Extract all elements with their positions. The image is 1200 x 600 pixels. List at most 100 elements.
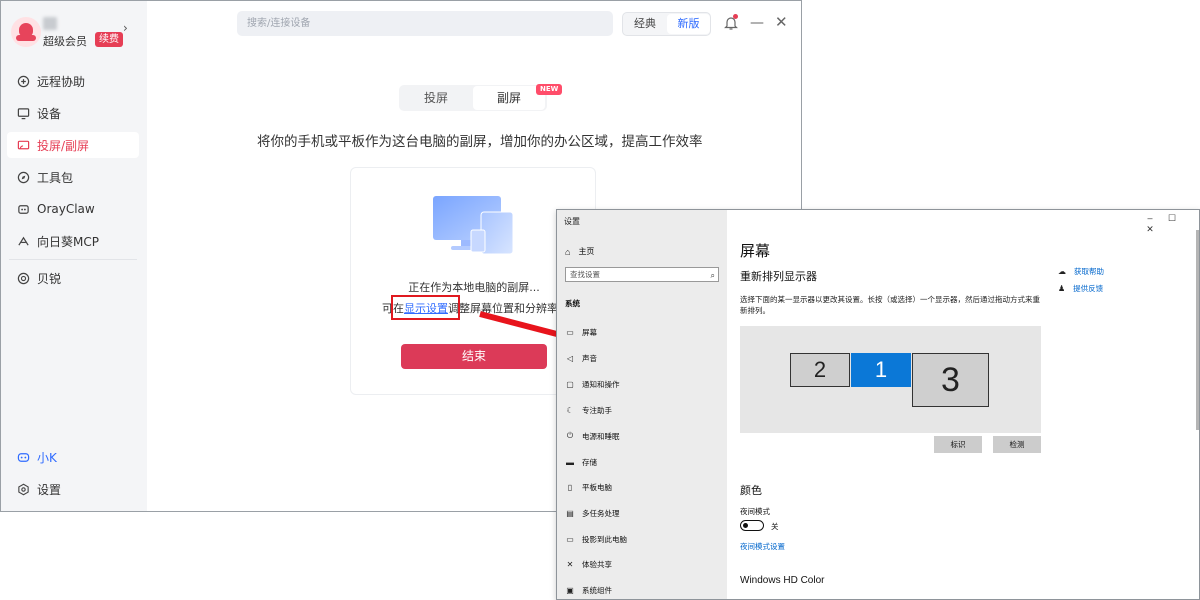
sidebar-item-label: 投屏/副屏 bbox=[37, 138, 90, 153]
tab-cast[interactable]: 投屏 bbox=[399, 85, 473, 111]
night-mode-label: 夜间模式 bbox=[740, 507, 770, 516]
minimize-icon[interactable]: — bbox=[750, 15, 764, 31]
sidebar-item-label: 设备 bbox=[37, 106, 62, 121]
new-badge: NEW bbox=[536, 84, 563, 95]
sidebar-divider bbox=[9, 259, 137, 260]
gear-icon bbox=[16, 482, 30, 496]
feedback-link[interactable]: ♟ 提供反馈 bbox=[1058, 283, 1103, 294]
sidebar-item-mcp[interactable]: 向日葵MCP bbox=[7, 228, 139, 254]
storage-icon: ▬ bbox=[566, 457, 574, 467]
settings-scrollbar[interactable] bbox=[1196, 230, 1199, 430]
settings-item-multitask[interactable]: ▤ 多任务处理 bbox=[565, 506, 620, 520]
mode-new-button[interactable]: 新版 bbox=[667, 14, 710, 34]
settings-item-project[interactable]: ▭ 投影到此电脑 bbox=[565, 532, 627, 546]
identify-button[interactable]: 标识 bbox=[934, 436, 982, 453]
screenshot-stage: 超级会员 续费 › 远程协助 设备 投屏/副屏 工具包 OrayClaw 向日葵… bbox=[0, 0, 1200, 600]
settings-search-placeholder: 查找设置 bbox=[570, 270, 600, 279]
monitor-2[interactable]: 2 bbox=[790, 353, 850, 387]
settings-item-power[interactable]: ⏻ 电源和睡眠 bbox=[565, 429, 620, 443]
project-icon: ▭ bbox=[566, 534, 574, 544]
settings-window-controls: – ☐✕ bbox=[1139, 213, 1199, 235]
sidebar: 超级会员 续费 › 远程协助 设备 投屏/副屏 工具包 OrayClaw 向日葵… bbox=[1, 1, 147, 511]
settings-item-label: 通知和操作 bbox=[582, 379, 620, 389]
settings-item-display[interactable]: ▭ 屏幕 bbox=[565, 325, 597, 339]
device-search-input[interactable]: 搜索/连接设备 bbox=[237, 11, 613, 36]
settings-sidebar: 设置 ⌂ 主页 查找设置 ⌕ 系统 ▭ 屏幕 ◁ 声音 ▢ 通知和操作 ☾ 专注助手 ⏻ 电源… bbox=[557, 210, 727, 599]
settings-item-label: 电源和睡眠 bbox=[582, 431, 620, 441]
help-chat-icon: ☁ bbox=[1058, 267, 1066, 276]
night-mode-settings-link[interactable]: 夜间模式设置 bbox=[740, 541, 785, 552]
settings-item-focus[interactable]: ☾ 专注助手 bbox=[565, 403, 612, 417]
oray-logo-icon bbox=[16, 271, 30, 285]
settings-item-label: 专注助手 bbox=[582, 405, 612, 415]
sidebar-item-label: 小K bbox=[37, 450, 57, 465]
claw-icon bbox=[16, 202, 30, 216]
moon-icon: ☾ bbox=[566, 405, 574, 415]
monitor-icon bbox=[16, 106, 30, 120]
cast-screen-icon bbox=[16, 138, 30, 152]
windows-settings-window: 设置 ⌂ 主页 查找设置 ⌕ 系统 ▭ 屏幕 ◁ 声音 ▢ 通知和操作 ☾ 专注助手 ⏻ 电源… bbox=[556, 209, 1200, 600]
speaker-icon: ◁ bbox=[566, 353, 574, 363]
get-help-link[interactable]: ☁ 获取帮助 bbox=[1058, 266, 1104, 277]
power-icon: ⏻ bbox=[566, 431, 574, 440]
sidebar-item-label: 远程协助 bbox=[37, 74, 86, 89]
renew-badge[interactable]: 续费 bbox=[95, 32, 123, 47]
sidebar-item-remote-assist[interactable]: 远程协助 bbox=[7, 68, 139, 94]
settings-item-label: 体验共享 bbox=[582, 559, 612, 569]
sidebar-item-oray[interactable]: 贝锐 bbox=[7, 265, 139, 291]
sidebar-item-assistant[interactable]: 小K bbox=[7, 444, 139, 470]
mode-switch: 经典 新版 bbox=[622, 12, 711, 36]
settings-item-share[interactable]: ✕ 体验共享 bbox=[565, 557, 612, 571]
mcp-icon bbox=[16, 234, 30, 248]
monitor-1[interactable]: 1 bbox=[851, 353, 911, 387]
share-icon: ✕ bbox=[566, 559, 574, 569]
sidebar-item-label: OrayClaw bbox=[37, 202, 95, 216]
mode-classic-button[interactable]: 经典 bbox=[623, 13, 667, 35]
sidebar-item-toolkit[interactable]: 工具包 bbox=[7, 164, 139, 190]
home-icon: ⌂ bbox=[565, 246, 571, 257]
settings-home[interactable]: ⌂ 主页 bbox=[565, 246, 594, 257]
settings-item-notifications[interactable]: ▢ 通知和操作 bbox=[565, 377, 620, 391]
notification-dot bbox=[733, 14, 738, 19]
highlight-box bbox=[391, 295, 460, 320]
compass-icon bbox=[16, 170, 30, 184]
feedback-label: 提供反馈 bbox=[1073, 284, 1104, 293]
settings-item-label: 多任务处理 bbox=[582, 508, 620, 518]
monitor-arrangement-area: 2 1 3 bbox=[740, 326, 1041, 433]
settings-search-input[interactable]: 查找设置 ⌕ bbox=[565, 267, 719, 282]
settings-page-title: 屏幕 bbox=[740, 243, 771, 260]
night-mode-toggle[interactable] bbox=[740, 520, 764, 531]
search-icon: ⌕ bbox=[710, 271, 715, 280]
sidebar-item-orayclaw[interactable]: OrayClaw bbox=[7, 196, 139, 222]
detect-button[interactable]: 检测 bbox=[993, 436, 1041, 453]
page-headline: 将你的手机或平板作为这台电脑的副屏，增加你的办公区域，提高工作效率 bbox=[257, 134, 703, 150]
maximize-icon[interactable]: ☐ bbox=[1161, 213, 1183, 224]
settings-item-label: 存储 bbox=[582, 457, 597, 467]
sidebar-item-devices[interactable]: 设备 bbox=[7, 100, 139, 126]
vip-label: 超级会员 bbox=[43, 35, 87, 48]
minimize-icon[interactable]: – bbox=[1139, 213, 1161, 223]
avatar[interactable] bbox=[11, 17, 41, 47]
user-profile[interactable]: 超级会员 续费 › bbox=[9, 15, 139, 49]
settings-item-label: 系统组件 bbox=[582, 585, 612, 595]
sidebar-item-settings[interactable]: 设置 bbox=[7, 476, 139, 502]
get-help-label: 获取帮助 bbox=[1074, 267, 1104, 276]
settings-item-sound[interactable]: ◁ 声音 bbox=[565, 351, 597, 365]
remote-assist-icon bbox=[16, 74, 30, 88]
close-icon[interactable]: ✕ bbox=[1139, 224, 1161, 235]
display-icon: ▭ bbox=[566, 327, 574, 337]
settings-home-label: 主页 bbox=[578, 247, 595, 256]
tab-second-screen[interactable]: 副屏 bbox=[473, 86, 545, 110]
monitor-3[interactable]: 3 bbox=[912, 353, 989, 407]
close-icon[interactable]: ✕ bbox=[775, 13, 788, 31]
night-mode-state: 关 bbox=[771, 522, 779, 531]
chevron-right-icon[interactable]: › bbox=[123, 21, 128, 35]
settings-item-components[interactable]: ▣ 系统组件 bbox=[565, 583, 612, 597]
rearrange-description: 选择下面的某一显示器以更改其设置。长按（或选择）一个显示器，然后通过拖动方式来重… bbox=[740, 295, 1040, 315]
settings-item-label: 投影到此电脑 bbox=[582, 534, 627, 544]
sidebar-item-cast-screen[interactable]: 投屏/副屏 bbox=[7, 132, 139, 158]
second-screen-illustration bbox=[433, 196, 514, 255]
settings-item-storage[interactable]: ▬ 存储 bbox=[565, 455, 597, 469]
settings-item-tablet[interactable]: ▯ 平板电脑 bbox=[565, 480, 612, 494]
sidebar-item-label: 向日葵MCP bbox=[37, 234, 99, 249]
